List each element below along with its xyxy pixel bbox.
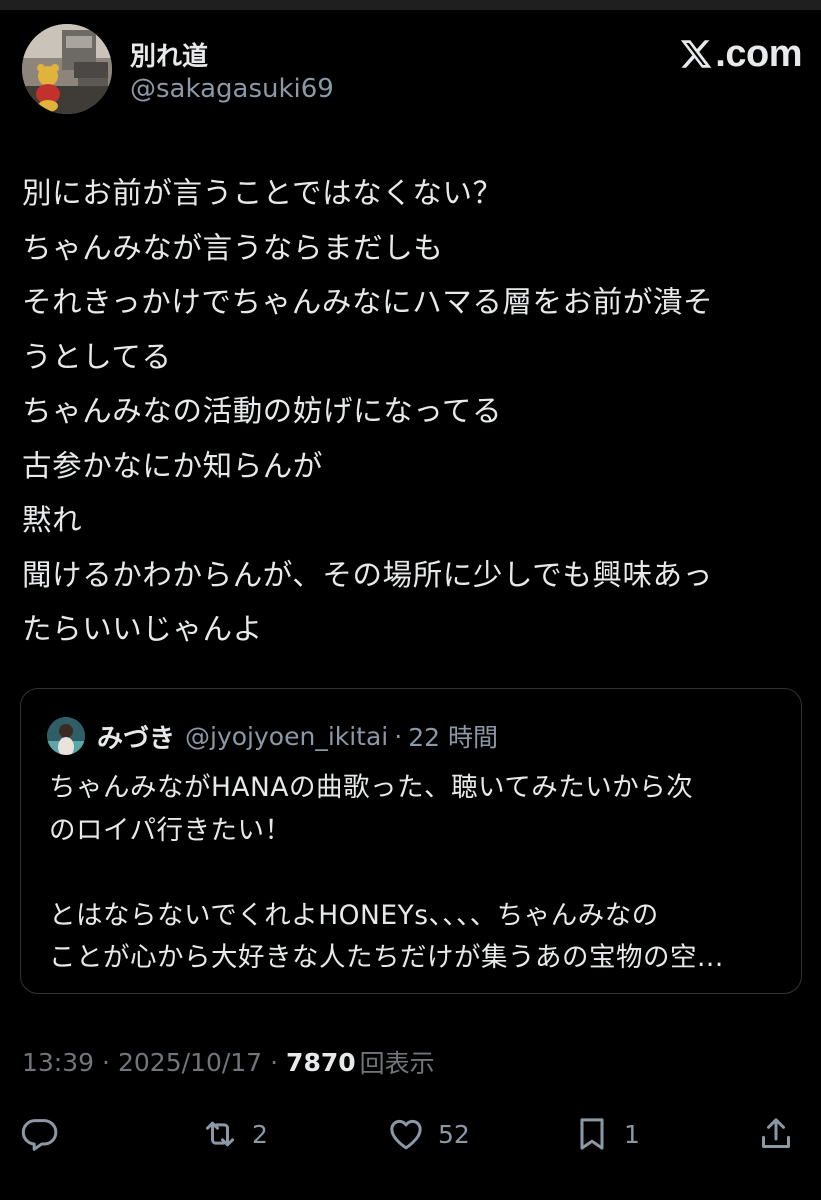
tweet-line: ちゃんみなが言うならまだしも: [22, 230, 444, 265]
quoted-line: のロイパ行きたい！: [49, 814, 292, 846]
tweet-line: ちゃんみなの活動の妨げになってる: [22, 394, 503, 428]
quoted-author-handle: @jyojyoen_ikitai: [185, 721, 389, 751]
post-date[interactable]: 2025/10/17: [118, 1048, 262, 1077]
heart-icon: [390, 1119, 422, 1150]
quoted-author-name: みづき: [97, 723, 176, 754]
tweet-metadata: 13:39 · 2025/10/17 · 7870 回表示: [22, 1044, 435, 1080]
like-count: 52: [438, 1119, 470, 1149]
quoted-tweet[interactable]: みづき @jyojyoen_ikitai · 22 時間 ちゃんみながHANAの…: [20, 688, 802, 994]
x-logo-icon: [681, 40, 712, 68]
top-strip: [0, 0, 821, 10]
meta-separator: ·: [102, 1047, 110, 1077]
like-button[interactable]: 52: [386, 1110, 470, 1158]
tweet-line: それきっかけでちゃんみなにハマる層をお前が潰そ: [22, 285, 714, 319]
author-handle[interactable]: @sakagasuki69: [130, 74, 334, 104]
quoted-line: とはならないでくれよHONEYs、、、、ちゃんみなの: [49, 899, 659, 931]
quoted-tweet-text: ちゃんみながHANAの曲歌った、聴いてみたいから次 のロイパ行きたい！ とはなら…: [49, 767, 789, 980]
repost-count: 2: [252, 1119, 268, 1149]
quoted-tweet-header: みづき @jyojyoen_ikitai · 22 時間: [47, 717, 498, 755]
action-bar: 2 52 1: [0, 1110, 821, 1158]
repost-button[interactable]: 2: [200, 1110, 268, 1158]
tweet-line: 古参かなにか知らんが: [22, 448, 324, 483]
tweet-line: 別にお前が言うことではなくない？: [22, 176, 503, 210]
brand-logo: .com: [679, 32, 802, 75]
bookmark-count: 1: [624, 1119, 640, 1149]
reply-icon: [21, 1119, 58, 1151]
tweet-line: うとしてる: [22, 339, 172, 374]
tweet-header: 別れ道 @sakagasuki69 .com: [22, 24, 802, 120]
quoted-separator: ·: [394, 721, 403, 751]
share-button[interactable]: [756, 1110, 796, 1158]
tweet-line: 聞けるかわからんが、その場所に少しでも興味あっ: [22, 557, 713, 592]
quoted-line: ちゃんみながHANAの曲歌った、聴いてみたいから次: [49, 772, 694, 803]
bookmark-button[interactable]: 1: [572, 1110, 640, 1158]
tweet-text: 別にお前が言うことではなくない？ ちゃんみなが言うならまだしも それきっかけでち…: [22, 166, 802, 657]
meta-separator: ·: [270, 1047, 279, 1077]
author-name[interactable]: 別れ道: [130, 36, 208, 73]
share-icon: [762, 1118, 790, 1148]
views-label: 回表示: [359, 1049, 435, 1078]
bookmark-icon: [580, 1118, 604, 1150]
repost-icon: [206, 1121, 234, 1147]
quoted-line: [49, 852, 789, 895]
avatar[interactable]: [22, 24, 112, 114]
avatar-photo-icon: [22, 24, 112, 114]
quoted-timestamp: 22 時間: [408, 723, 498, 752]
quoted-avatar-photo-icon: [47, 717, 85, 755]
reply-button[interactable]: [20, 1110, 60, 1158]
views-count: 7870: [286, 1047, 356, 1077]
quoted-line: ことが心から大好きな人たちだけが集うあの宝物の空...: [49, 942, 724, 973]
tweet-line: たらいいじゃんよ: [22, 612, 263, 646]
post-time[interactable]: 13:39: [22, 1048, 94, 1077]
tweet-line: 黙れ: [22, 503, 83, 537]
quoted-avatar: [47, 717, 85, 755]
brand-label: .com: [715, 32, 802, 75]
